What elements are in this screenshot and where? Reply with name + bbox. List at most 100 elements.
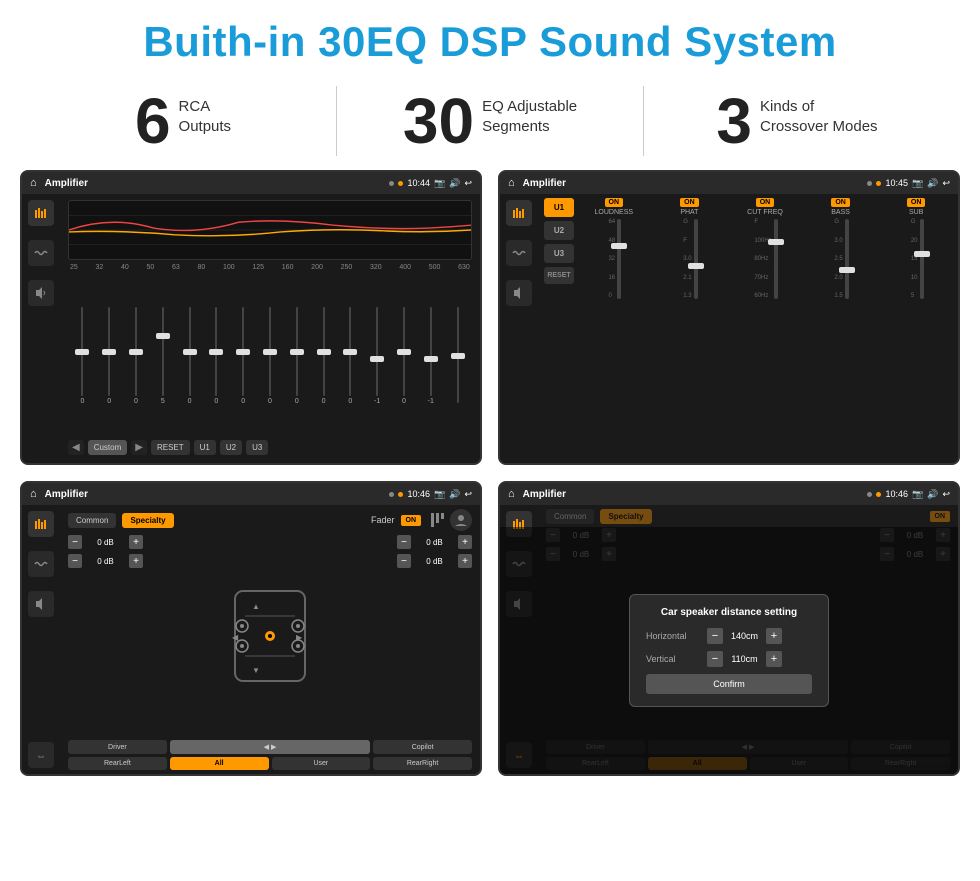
dialog-vertical-minus[interactable]: − — [707, 651, 723, 667]
dialog-vertical-label: Vertical — [646, 654, 701, 664]
dist-status-bar: ⌂ Amplifier 10:46 📷 🔊 ↩ — [500, 483, 958, 505]
dialog-vertical-row: Vertical − 110cm + — [646, 651, 812, 667]
fader-driver-button[interactable]: Driver — [68, 740, 167, 754]
fader-db4-minus[interactable]: − — [397, 554, 411, 568]
fader-home-icon: ⌂ — [30, 488, 37, 500]
eq-reset-button[interactable]: RESET — [151, 440, 190, 455]
cross-u2-button[interactable]: U2 — [544, 221, 574, 240]
fader-specialty-tab[interactable]: Specialty — [122, 513, 173, 528]
cross-reset-button[interactable]: RESET — [544, 267, 574, 284]
dialog-horizontal-minus[interactable]: − — [707, 628, 723, 644]
fader-db2-minus[interactable]: − — [68, 554, 82, 568]
fader-body: − 0 dB + − 0 dB + — [68, 535, 472, 736]
fader-user-button[interactable]: User — [272, 757, 371, 770]
cutfreq-thumb[interactable] — [768, 239, 784, 245]
dialog-title: Car speaker distance setting — [646, 607, 812, 618]
confirm-button[interactable]: Confirm — [646, 674, 812, 694]
cross-channel-controls: ON LOUDNESS 64 48 32 16 0 — [578, 198, 952, 459]
fader-copilot-button[interactable]: Copilot — [373, 740, 472, 754]
eq-u1-button[interactable]: U1 — [194, 440, 216, 455]
fader-db2-value: 0 dB — [85, 557, 126, 566]
fader-sidebar-speaker-icon[interactable] — [28, 591, 54, 617]
bass-thumb[interactable] — [839, 267, 855, 273]
eq-time: 10:44 — [407, 178, 430, 188]
home-icon: ⌂ — [30, 177, 37, 189]
fader-location-grid: Driver ◀ ▶ Copilot RearLeft All User Rea… — [68, 740, 472, 770]
cross-home-icon: ⌂ — [508, 177, 515, 189]
cross-u3-button[interactable]: U3 — [544, 244, 574, 263]
sub-slider — [920, 219, 924, 299]
fader-db-row-3: − 0 dB + — [397, 535, 472, 549]
cross-status-icons: 10:45 📷 🔊 ↩ — [867, 178, 950, 189]
dist-back-icon: ↩ — [942, 489, 950, 500]
fader-db3-minus[interactable]: − — [397, 535, 411, 549]
eq-u2-button[interactable]: U2 — [220, 440, 242, 455]
dialog-horizontal-plus[interactable]: + — [766, 628, 782, 644]
eq-slider-3: 0 — [124, 305, 149, 405]
fader-common-tab[interactable]: Common — [68, 513, 116, 528]
eq-slider-5: 0 — [177, 305, 202, 405]
fader-on-toggle[interactable]: ON — [401, 515, 422, 526]
phat-thumb[interactable] — [688, 263, 704, 269]
eq-slider-11: 0 — [338, 305, 363, 405]
eq-prev-button[interactable]: ◀ — [68, 440, 84, 455]
cross-sidebar-wave-icon[interactable] — [506, 240, 532, 266]
cross-u1-button[interactable]: U1 — [544, 198, 574, 217]
eq-next-button[interactable]: ▶ — [131, 440, 147, 455]
loudness-on-badge: ON — [605, 198, 624, 207]
cross-sidebar-speaker-icon[interactable] — [506, 280, 532, 306]
fader-rearleft-button[interactable]: RearLeft — [68, 757, 167, 770]
fader-rearright-button[interactable]: RearRight — [373, 757, 472, 770]
stat-divider-1 — [336, 86, 337, 156]
fader-sidebar-eq-icon[interactable] — [28, 511, 54, 537]
loudness-thumb[interactable] — [611, 243, 627, 249]
cross-phat-col: ON PHAT G F 3.0 2.1 1.3 — [654, 198, 726, 459]
eq-slider-13: 0 — [392, 305, 417, 405]
svg-text:⇔: ⇔ — [36, 751, 46, 762]
dialog-horizontal-measure: − 140cm + — [707, 628, 812, 644]
distance-dialog: Car speaker distance setting Horizontal … — [629, 594, 829, 707]
fader-camera-icon: 📷 — [434, 489, 445, 500]
fader-volume-icon: 🔊 — [449, 489, 460, 500]
eq-custom-button[interactable]: Custom — [88, 440, 128, 455]
cross-app-name: Amplifier — [523, 178, 566, 189]
eq-u3-button[interactable]: U3 — [246, 440, 268, 455]
cross-status-bar: ⌂ Amplifier 10:45 📷 🔊 ↩ — [500, 172, 958, 194]
eq-sidebar-wave-icon[interactable] — [28, 240, 54, 266]
fader-db2-plus[interactable]: + — [129, 554, 143, 568]
sub-thumb[interactable] — [914, 251, 930, 257]
fader-sidebar-wave-icon[interactable] — [28, 551, 54, 577]
fader-sidebar-arrows-icon[interactable]: ⇔ — [28, 742, 54, 768]
fader-db4-plus[interactable]: + — [458, 554, 472, 568]
eq-app-name: Amplifier — [45, 178, 88, 189]
eq-slider-10: 0 — [311, 305, 336, 405]
page-title: Buith-in 30EQ DSP Sound System — [0, 0, 980, 76]
dialog-vertical-plus[interactable]: + — [766, 651, 782, 667]
fader-top-bar: Common Specialty Fader ON — [68, 509, 472, 531]
phat-on-badge: ON — [680, 198, 699, 207]
fader-main-area: Common Specialty Fader ON — [60, 505, 480, 774]
fader-db-row-2: − 0 dB + — [68, 554, 143, 568]
bass-scale: G 3.0 2.5 2.0 1.5 — [834, 219, 842, 299]
stats-row: 6 RCAOutputs 30 EQ AdjustableSegments 3 … — [0, 76, 980, 170]
fader-db1-minus[interactable]: − — [68, 535, 82, 549]
dist-dot2 — [876, 492, 881, 497]
fader-all-button[interactable]: All — [170, 757, 269, 770]
svg-text:▲: ▲ — [252, 602, 260, 611]
fader-dot1 — [389, 492, 394, 497]
stat-label-rca: RCAOutputs — [179, 89, 232, 136]
stat-eq: 30 EQ AdjustableSegments — [367, 89, 613, 153]
bass-slider — [845, 219, 849, 299]
cross-sidebar-eq-icon[interactable] — [506, 200, 532, 226]
fader-center-arrow-button[interactable]: ◀ ▶ — [170, 740, 371, 754]
eq-slider-9: 0 — [284, 305, 309, 405]
eq-slider-4: 5 — [150, 305, 175, 405]
cross-cutfreq-col: ON CUT FREQ F 100Hz 80Hz 70Hz 60Hz — [729, 198, 801, 459]
fader-db1-plus[interactable]: + — [129, 535, 143, 549]
eq-sidebar-equalizer-icon[interactable] — [28, 200, 54, 226]
eq-sidebar-speaker-icon[interactable] — [28, 280, 54, 306]
cross-presets: U1 U2 U3 RESET — [544, 198, 574, 459]
fader-db3-plus[interactable]: + — [458, 535, 472, 549]
loudness-scale: 64 48 32 16 0 — [608, 219, 615, 299]
fader-db-row-4: − 0 dB + — [397, 554, 472, 568]
